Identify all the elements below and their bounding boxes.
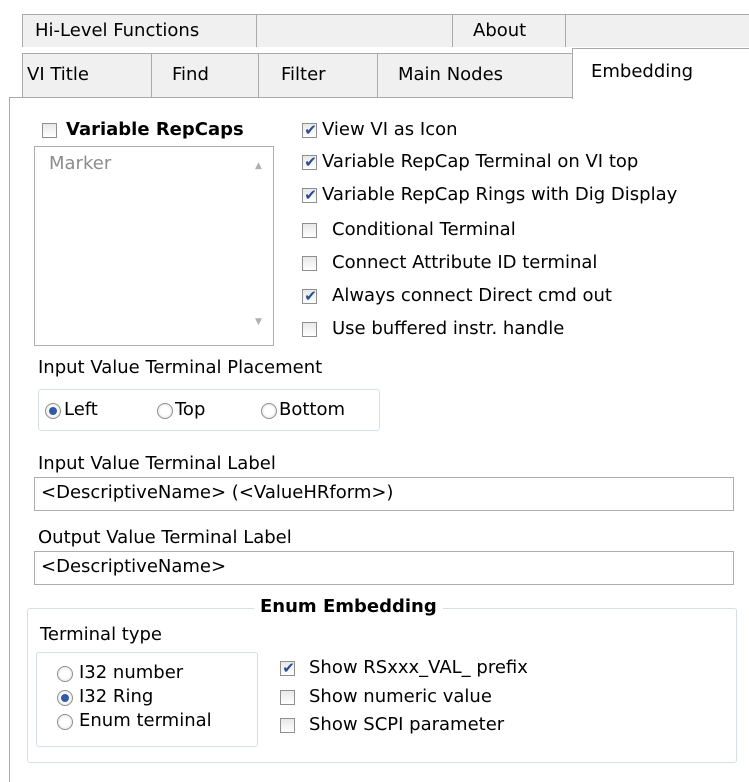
always-connect-direct-checkbox[interactable]: ✔ — [302, 287, 317, 305]
repcaps-listbox[interactable]: Marker ▲ ▼ — [34, 146, 274, 346]
list-item[interactable]: Marker — [49, 153, 111, 175]
i32-number-radio[interactable] — [57, 666, 73, 682]
check-icon: ✔ — [304, 153, 317, 171]
scroll-up-icon[interactable]: ▲ — [255, 161, 262, 171]
placement-bottom-label: Bottom — [279, 399, 346, 420]
scrollbar[interactable]: ▲ ▼ — [249, 147, 273, 345]
repcap-rings-dig-label: Variable RepCap Rings with Dig Display — [322, 184, 678, 205]
check-icon: ✔ — [304, 287, 317, 305]
output-label-field[interactable]: <DescriptiveName> — [34, 551, 734, 585]
check-icon: ✔ — [304, 121, 317, 139]
show-numeric-checkbox[interactable] — [280, 690, 295, 705]
show-numeric-label: Show numeric value — [309, 686, 492, 707]
tab-filter[interactable]: Filter — [258, 53, 378, 98]
tab-label: Hi-Level Functions — [35, 20, 200, 41]
placement-left-label: Left — [64, 399, 98, 420]
tab-label: Embedding — [591, 61, 694, 82]
tab-label: Main Nodes — [398, 64, 504, 85]
tab-about[interactable]: About — [452, 14, 566, 47]
show-scpi-checkbox[interactable] — [280, 718, 295, 733]
repcap-terminal-top-label: Variable RepCap Terminal on VI top — [322, 151, 639, 172]
use-buffered-handle-checkbox[interactable] — [302, 322, 317, 337]
output-label-title: Output Value Terminal Label — [38, 527, 292, 548]
show-scpi-label: Show SCPI parameter — [309, 714, 505, 735]
tab-embedding[interactable]: Embedding — [572, 48, 749, 99]
placement-left-radio[interactable] — [45, 403, 61, 419]
enum-terminal-label: Enum terminal — [79, 710, 212, 731]
tab-label: Find — [172, 64, 209, 85]
variable-repcaps-checkbox[interactable] — [42, 123, 57, 138]
repcap-terminal-top-checkbox[interactable]: ✔ — [302, 153, 317, 171]
input-label-field[interactable]: <DescriptiveName> (<ValueHRform>) — [34, 477, 734, 511]
tab-label: VI Title — [27, 64, 89, 85]
check-icon: ✔ — [282, 659, 295, 677]
variable-repcaps-label: Variable RepCaps — [66, 119, 244, 140]
placement-top-radio[interactable] — [157, 403, 173, 419]
placement-group: Left Top Bottom — [38, 389, 380, 431]
scroll-down-icon[interactable]: ▼ — [255, 317, 262, 327]
connect-attribute-id-label: Connect Attribute ID terminal — [332, 252, 598, 273]
tab-hi-level-functions[interactable]: Hi-Level Functions — [22, 14, 257, 47]
i32-ring-label: I32 Ring — [79, 686, 154, 707]
enum-terminal-radio[interactable] — [57, 714, 73, 730]
tab-find[interactable]: Find — [151, 53, 259, 98]
use-buffered-handle-label: Use buffered instr. handle — [332, 318, 565, 339]
check-icon: ✔ — [304, 186, 317, 204]
view-vi-as-icon-label: View VI as Icon — [322, 119, 458, 140]
placement-top-label: Top — [175, 399, 206, 420]
placement-title: Input Value Terminal Placement — [38, 357, 323, 378]
tab-label: Filter — [281, 64, 326, 85]
conditional-terminal-label: Conditional Terminal — [332, 219, 516, 240]
radio-dot — [61, 694, 69, 702]
placement-bottom-radio[interactable] — [261, 403, 277, 419]
tab-label: About — [473, 20, 527, 41]
view-vi-as-icon-checkbox[interactable]: ✔ — [302, 121, 317, 139]
enum-embedding-title: Enum Embedding — [254, 596, 443, 618]
i32-number-label: I32 number — [79, 662, 184, 683]
i32-ring-radio[interactable] — [57, 690, 73, 706]
show-prefix-checkbox[interactable]: ✔ — [280, 659, 295, 677]
connect-attribute-id-checkbox[interactable] — [302, 256, 317, 271]
terminal-type-group: I32 number I32 Ring Enum terminal — [36, 652, 258, 747]
tab-main-nodes[interactable]: Main Nodes — [377, 53, 575, 98]
conditional-terminal-checkbox[interactable] — [302, 223, 317, 238]
always-connect-direct-label: Always connect Direct cmd out — [332, 285, 612, 306]
show-prefix-label: Show RSxxx_VAL_ prefix — [309, 657, 528, 678]
input-label-title: Input Value Terminal Label — [38, 453, 276, 474]
tab-blank-2[interactable] — [565, 14, 749, 47]
repcap-rings-dig-checkbox[interactable]: ✔ — [302, 186, 317, 204]
radio-dot — [49, 407, 57, 415]
terminal-type-title: Terminal type — [40, 624, 163, 645]
tab-blank-1[interactable] — [256, 14, 453, 47]
tab-vi-title[interactable]: VI Title — [22, 53, 152, 98]
